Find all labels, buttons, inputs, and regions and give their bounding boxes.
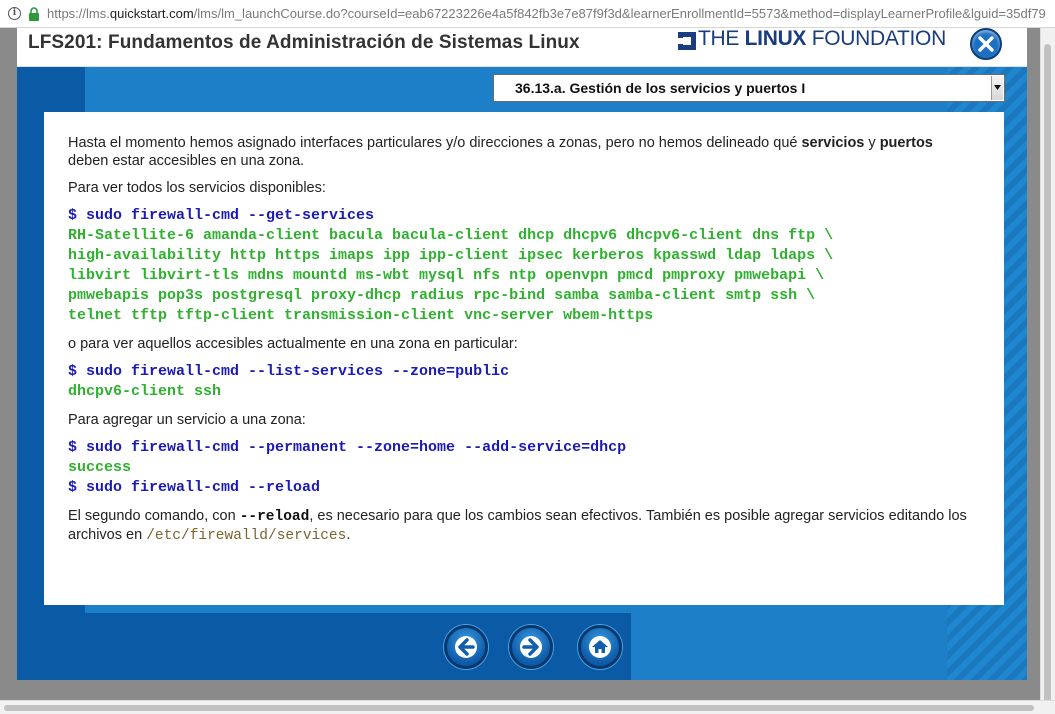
reload-command: $ sudo firewall-cmd --reload (68, 479, 321, 496)
get-services-code-block: $ sudo firewall-cmd --get-services RH-Sat… (68, 206, 980, 326)
dropdown-arrow[interactable] (991, 76, 1003, 100)
close-icon (978, 36, 994, 52)
chevron-down-icon (994, 85, 1001, 90)
arrow-right-icon (520, 636, 542, 658)
horizontal-scrollbar-thumb[interactable] (4, 705, 1034, 711)
all-services-paragraph: Para ver todos los servicios disponibles… (68, 180, 326, 196)
course-title-bar: LFS201: Fundamentos de Administración de… (17, 28, 1027, 67)
horizontal-scrollbar[interactable] (0, 700, 1055, 714)
section-dropdown-value: 36.13.a. Gestión de los servicios y puer… (515, 80, 806, 96)
services-output-line: libvirt libvirt-tls mdns mountd ms-wbt m… (68, 267, 825, 284)
section-dropdown[interactable]: 36.13.a. Gestión de los servicios y puer… (493, 74, 1005, 102)
list-services-code-block: $ sudo firewall-cmd --list-services --zo… (68, 362, 980, 402)
url-text[interactable]: https://lms.quickstart.com/lms/lm_launch… (47, 0, 1051, 28)
services-output-line: telnet tftp tftp-client transmission-cli… (68, 307, 654, 324)
list-services-output: dhcpv6-client ssh (68, 383, 222, 400)
vertical-scrollbar[interactable] (1040, 28, 1055, 714)
add-service-paragraph: Para agregar un servicio a una zona: (68, 412, 306, 428)
get-services-command: $ sudo firewall-cmd --get-services (68, 207, 375, 224)
final-paragraph: El segundo comando, con --reload, es nec… (68, 508, 967, 544)
lesson-content-panel: Hasta el momento hemos asignado interfac… (44, 112, 1004, 605)
browser-url-bar[interactable]: i https://lms.quickstart.com/lms/lm_laun… (0, 0, 1055, 28)
list-services-command: $ sudo firewall-cmd --list-services --zo… (68, 363, 510, 380)
arrow-left-icon (455, 636, 477, 658)
add-service-output: success (68, 459, 132, 476)
services-output-line: RH-Satellite-6 amanda-client bacula bacu… (68, 227, 834, 244)
next-button[interactable] (509, 625, 553, 669)
add-service-code-block: $ sudo firewall-cmd --permanent --zone=h… (68, 438, 980, 498)
add-service-command: $ sudo firewall-cmd --permanent --zone=h… (68, 439, 627, 456)
intro-paragraph: Hasta el momento hemos asignado interfac… (68, 135, 933, 169)
linux-foundation-logo: THE LINUX FOUNDATION (676, 28, 976, 55)
course-window: LFS201: Fundamentos de Administración de… (17, 28, 1027, 680)
vertical-scrollbar-thumb[interactable] (1044, 44, 1051, 714)
services-output-line: high-availability http https imaps ipp i… (68, 247, 834, 264)
home-icon (589, 636, 611, 658)
site-info-icon[interactable]: i (8, 7, 21, 20)
back-button[interactable] (444, 625, 488, 669)
zone-services-paragraph: o para ver aquellos accesibles actualmen… (68, 336, 518, 352)
course-title: LFS201: Fundamentos de Administración de… (28, 32, 580, 53)
services-output-line: pmwebapis pop3s postgresql proxy-dhcp ra… (68, 287, 816, 304)
close-course-button[interactable] (970, 28, 1002, 60)
linux-foundation-logo-mark (678, 32, 696, 50)
home-button[interactable] (578, 625, 622, 669)
lock-icon[interactable] (28, 7, 40, 21)
